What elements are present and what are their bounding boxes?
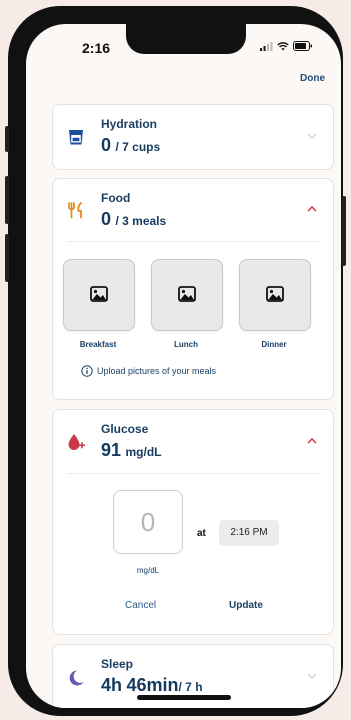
at-label: at bbox=[197, 528, 206, 539]
mute-switch bbox=[5, 126, 9, 152]
sleep-minutes: 46 bbox=[126, 675, 147, 695]
food-title: Food bbox=[101, 191, 131, 205]
glucose-value: 91 mg/dL bbox=[101, 440, 161, 461]
chevron-up-icon[interactable] bbox=[307, 206, 317, 212]
blood-drop-plus-icon bbox=[68, 434, 85, 450]
food-divider bbox=[67, 241, 319, 242]
chevron-down-icon[interactable] bbox=[307, 673, 317, 679]
cup-icon bbox=[69, 130, 83, 145]
notch bbox=[126, 24, 246, 54]
glucose-divider bbox=[67, 473, 319, 474]
image-icon bbox=[90, 286, 108, 302]
cancel-button[interactable]: Cancel bbox=[125, 600, 156, 611]
breakfast-photo-button[interactable] bbox=[63, 259, 135, 331]
image-icon bbox=[266, 286, 284, 302]
info-icon bbox=[81, 365, 93, 377]
glucose-card: Glucose 91 mg/dL 0 mg/dL at 2:16 PM Canc… bbox=[52, 409, 334, 635]
hydration-card[interactable]: Hydration 0 / 7 cups bbox=[52, 104, 334, 170]
food-card: Food 0 / 3 meals Breakfast Lunch Dinner … bbox=[52, 178, 334, 400]
hydration-count: 0 bbox=[101, 135, 112, 155]
sleep-minutes-unit: min bbox=[146, 675, 179, 695]
phone-screen: 2:16 Done Hydration 0 / 7 cups Food 0 / … bbox=[26, 24, 341, 708]
dinner-label: Dinner bbox=[261, 340, 287, 349]
time-picker[interactable]: 2:16 PM bbox=[219, 520, 279, 546]
hydration-title: Hydration bbox=[101, 117, 158, 131]
power-button bbox=[342, 196, 346, 266]
glucose-input-unit: mg/dL bbox=[136, 566, 160, 575]
sleep-goal: / 7 h bbox=[178, 680, 203, 694]
glucose-unit: mg/dL bbox=[125, 445, 162, 459]
chevron-down-icon[interactable] bbox=[307, 133, 317, 139]
sleep-hours-unit: h bbox=[111, 675, 123, 695]
sleep-value: 4h 46min/ 7 h bbox=[101, 675, 203, 696]
sleep-title: Sleep bbox=[101, 657, 134, 671]
image-icon bbox=[178, 286, 196, 302]
wifi-icon bbox=[277, 41, 289, 50]
fork-knife-icon bbox=[68, 202, 82, 219]
food-value: 0 / 3 meals bbox=[101, 209, 166, 230]
hydration-goal: / 7 cups bbox=[115, 140, 161, 154]
food-count: 0 bbox=[101, 209, 112, 229]
sleep-hours: 4 bbox=[101, 675, 112, 695]
home-indicator[interactable] bbox=[137, 695, 231, 700]
phone-frame: 2:16 Done Hydration 0 / 7 cups Food 0 / … bbox=[5, 6, 346, 716]
done-button[interactable]: Done bbox=[300, 73, 325, 84]
chevron-up-icon[interactable] bbox=[307, 438, 317, 444]
dinner-photo-button[interactable] bbox=[239, 259, 311, 331]
hydration-value: 0 / 7 cups bbox=[101, 135, 160, 156]
status-icons bbox=[260, 41, 313, 51]
glucose-reading: 91 bbox=[101, 440, 122, 460]
breakfast-label: Breakfast bbox=[79, 340, 117, 349]
volume-down-button bbox=[5, 234, 9, 282]
lunch-photo-button[interactable] bbox=[151, 259, 223, 331]
upload-hint: Upload pictures of your meals bbox=[81, 365, 216, 377]
update-button[interactable]: Update bbox=[229, 600, 263, 611]
upload-hint-text: Upload pictures of your meals bbox=[97, 366, 217, 376]
battery-icon bbox=[293, 41, 312, 51]
glucose-title: Glucose bbox=[101, 422, 149, 436]
food-goal: / 3 meals bbox=[115, 214, 167, 228]
status-time: 2:16 bbox=[82, 40, 111, 56]
glucose-input[interactable]: 0 bbox=[113, 490, 183, 554]
lunch-label: Lunch bbox=[174, 340, 198, 349]
volume-up-button bbox=[5, 176, 9, 224]
signal-icon bbox=[260, 41, 273, 51]
moon-icon bbox=[69, 670, 84, 686]
